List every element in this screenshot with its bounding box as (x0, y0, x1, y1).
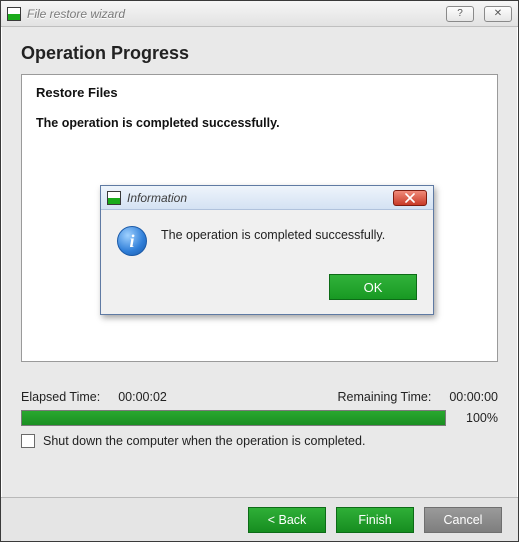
dialog-body: i The operation is completed successfull… (101, 210, 433, 268)
wizard-footer: < Back Finish Cancel (1, 497, 518, 541)
dialog-app-icon (107, 191, 121, 205)
dialog-actions: OK (101, 268, 433, 314)
progress-row: 100% (21, 410, 498, 426)
progress-percent: 100% (456, 411, 498, 425)
progress-bar (21, 410, 446, 426)
info-dialog: Information i The operation is completed… (100, 185, 434, 315)
window-close-button[interactable]: ✕ (484, 6, 512, 22)
titlebar: File restore wizard ? ✕ (1, 1, 518, 27)
app-icon (7, 7, 21, 21)
dialog-titlebar: Information (101, 186, 433, 210)
wizard-body: Operation Progress Restore Files The ope… (1, 27, 518, 497)
time-row: Elapsed Time: 00:00:02 Remaining Time: 0… (21, 390, 498, 404)
cancel-button[interactable]: Cancel (424, 507, 502, 533)
shutdown-checkbox[interactable] (21, 434, 35, 448)
dialog-message: The operation is completed successfully. (161, 224, 385, 242)
dialog-title: Information (127, 191, 387, 205)
shutdown-label: Shut down the computer when the operatio… (43, 434, 365, 448)
status-text: The operation is completed successfully. (36, 116, 483, 130)
page-title: Operation Progress (21, 43, 498, 64)
back-button[interactable]: < Back (248, 507, 326, 533)
elapsed-value: 00:00:02 (118, 390, 167, 404)
remaining-value: 00:00:00 (449, 390, 498, 404)
progress-panel: Restore Files The operation is completed… (21, 74, 498, 362)
finish-button[interactable]: Finish (336, 507, 414, 533)
wizard-window: File restore wizard ? ✕ Operation Progre… (0, 0, 519, 542)
help-button[interactable]: ? (446, 6, 474, 22)
elapsed-label: Elapsed Time: (21, 390, 100, 404)
panel-subtitle: Restore Files (36, 85, 483, 100)
window-title: File restore wizard (27, 7, 436, 21)
ok-button[interactable]: OK (329, 274, 417, 300)
dialog-close-button[interactable] (393, 190, 427, 206)
shutdown-row[interactable]: Shut down the computer when the operatio… (21, 434, 498, 448)
close-icon (405, 193, 415, 203)
info-icon: i (117, 226, 147, 256)
remaining-label: Remaining Time: (338, 390, 432, 404)
